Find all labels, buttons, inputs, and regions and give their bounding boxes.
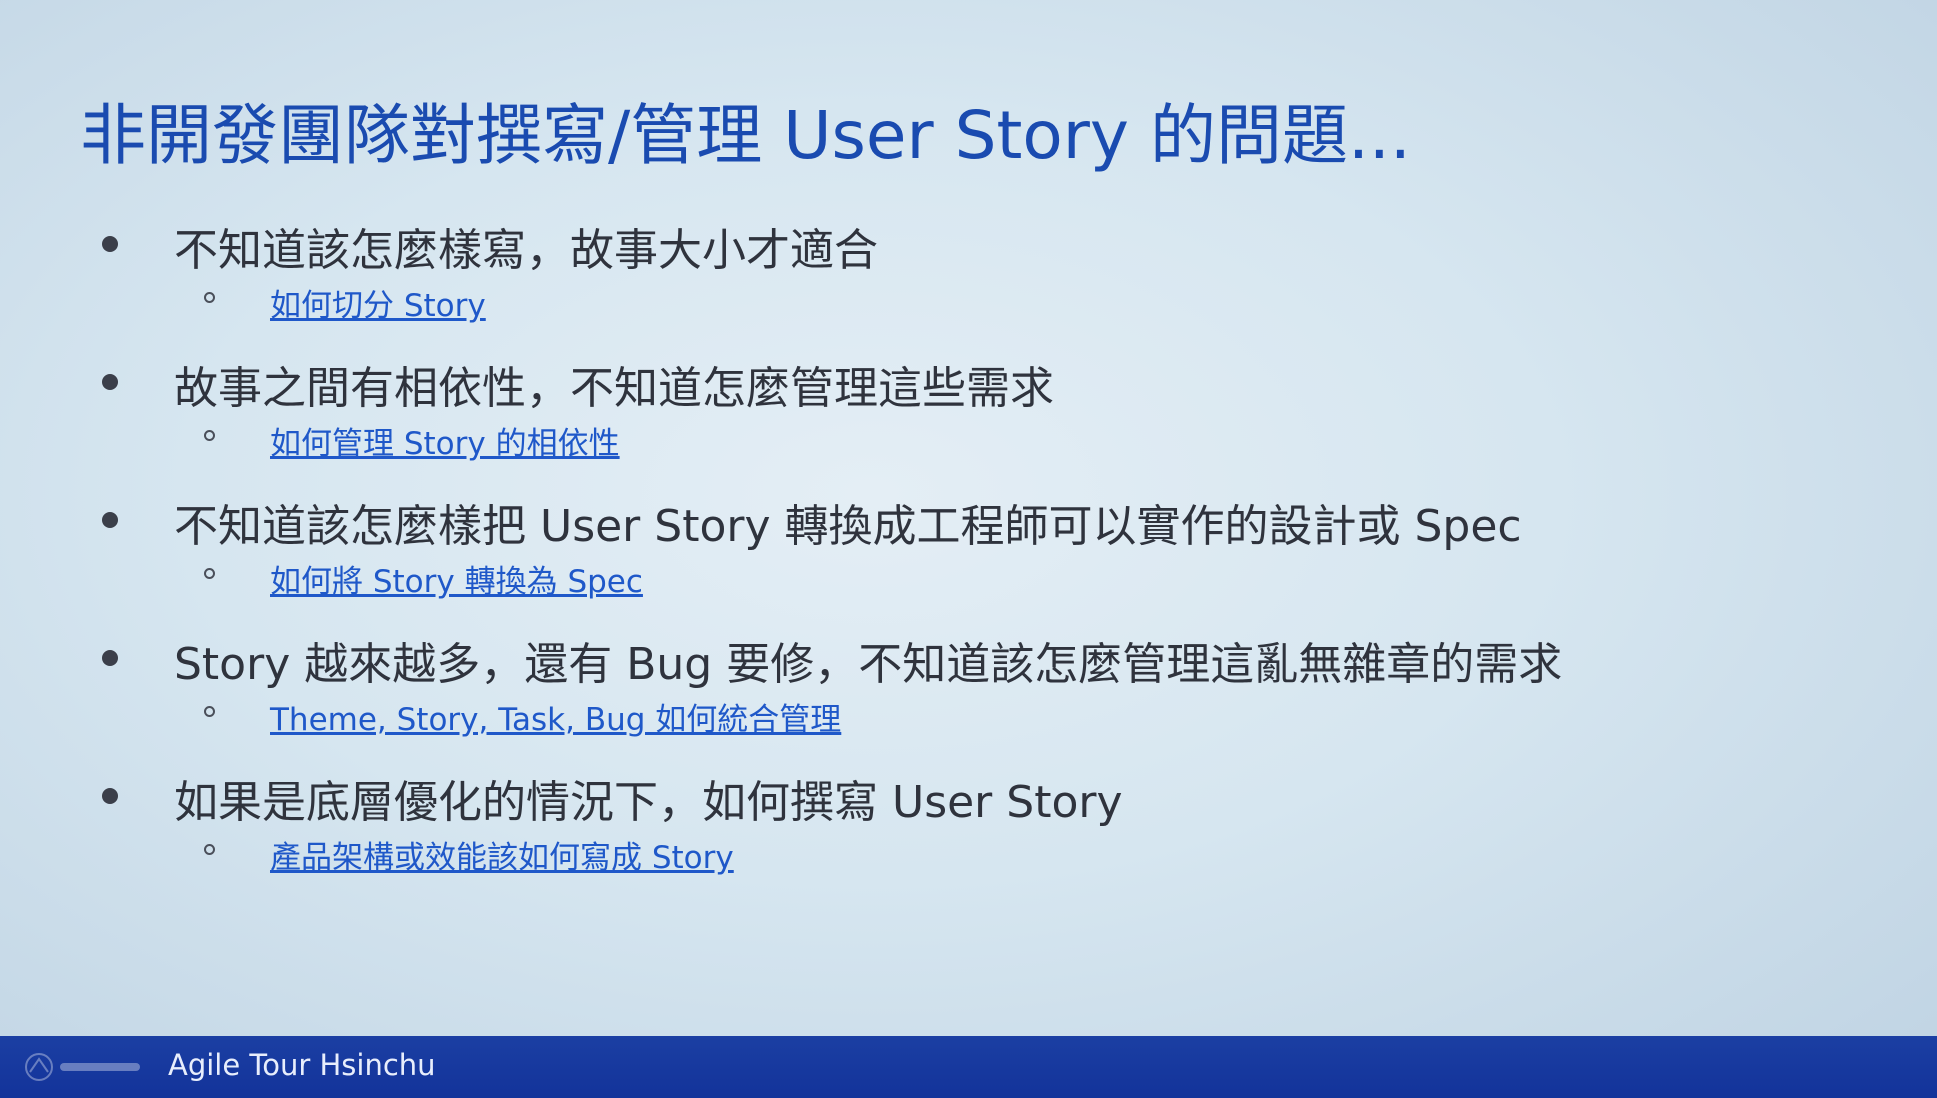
bullet-row: 不知道該怎麼樣寫，故事大小才適合 — [96, 210, 1856, 276]
bullet-text: 不知道該怎麼樣把 User Story 轉換成工程師可以實作的設計或 Spec — [174, 501, 1522, 552]
bullet-dot-icon — [102, 650, 118, 666]
bullet-item: 如果是底層優化的情況下，如何撰寫 User Story 產品架構或效能該如何寫成… — [96, 762, 1856, 876]
sub-bullet-row: 產品架構或效能該如何寫成 Story — [96, 828, 1856, 876]
bullet-dot-icon — [102, 512, 118, 528]
sub-bullet-row: 如何切分 Story — [96, 276, 1856, 324]
bullet-row: 不知道該怎麼樣把 User Story 轉換成工程師可以實作的設計或 Spec — [96, 486, 1856, 552]
sub-bullet-link[interactable]: 如何管理 Story 的相依性 — [270, 418, 620, 463]
slide-title: 非開發團隊對撰寫/管理 User Story 的問題... — [80, 97, 1411, 174]
bullet-text: 不知道該怎麼樣寫，故事大小才適合 — [174, 225, 878, 276]
sub-bullet-circle-icon — [204, 844, 215, 855]
sub-bullet-circle-icon — [204, 706, 215, 717]
sub-bullet-circle-icon — [204, 568, 215, 579]
bullet-text: 故事之間有相依性，不知道怎麼管理這些需求 — [174, 363, 1054, 414]
sub-bullet-row: 如何管理 Story 的相依性 — [96, 414, 1856, 462]
sub-bullet-link[interactable]: 如何切分 Story — [270, 280, 486, 325]
slide: 非開發團隊對撰寫/管理 User Story 的問題... 不知道該怎麼樣寫，故… — [0, 0, 1937, 1098]
bullet-item: Story 越來越多，還有 Bug 要修，不知道該怎麼管理這亂無雜章的需求 Th… — [96, 624, 1856, 738]
bullet-text: Story 越來越多，還有 Bug 要修，不知道該怎麼管理這亂無雜章的需求 — [174, 639, 1563, 690]
sub-bullet-link[interactable]: 產品架構或效能該如何寫成 Story — [270, 832, 734, 877]
bullet-item: 不知道該怎麼樣寫，故事大小才適合 如何切分 Story — [96, 210, 1856, 324]
sub-bullet-link[interactable]: 如何將 Story 轉換為 Spec — [270, 556, 643, 601]
bullet-dot-icon — [102, 236, 118, 252]
bullet-item: 故事之間有相依性，不知道怎麼管理這些需求 如何管理 Story 的相依性 — [96, 348, 1856, 462]
footer-text: Agile Tour Hsinchu — [168, 1048, 436, 1082]
sub-bullet-circle-icon — [204, 430, 215, 441]
sub-bullet-circle-icon — [204, 292, 215, 303]
sub-bullet-row: 如何將 Story 轉換為 Spec — [96, 552, 1856, 600]
bullet-dot-icon — [102, 788, 118, 804]
bullet-text: 如果是底層優化的情況下，如何撰寫 User Story — [174, 777, 1123, 828]
bullet-row: Story 越來越多，還有 Bug 要修，不知道該怎麼管理這亂無雜章的需求 — [96, 624, 1856, 690]
sub-bullet-row: Theme, Story, Task, Bug 如何統合管理 — [96, 690, 1856, 738]
bullet-dot-icon — [102, 374, 118, 390]
bullet-row: 如果是底層優化的情況下，如何撰寫 User Story — [96, 762, 1856, 828]
sub-bullet-link[interactable]: Theme, Story, Task, Bug 如何統合管理 — [270, 694, 841, 739]
footer-bar: Agile Tour Hsinchu — [0, 1036, 1937, 1098]
bullet-row: 故事之間有相依性，不知道怎麼管理這些需求 — [96, 348, 1856, 414]
bullet-item: 不知道該怎麼樣把 User Story 轉換成工程師可以實作的設計或 Spec … — [96, 486, 1856, 600]
bullet-list: 不知道該怎麼樣寫，故事大小才適合 如何切分 Story 故事之間有相依性，不知道… — [96, 210, 1856, 900]
agile-tour-logo-icon — [25, 1053, 140, 1081]
